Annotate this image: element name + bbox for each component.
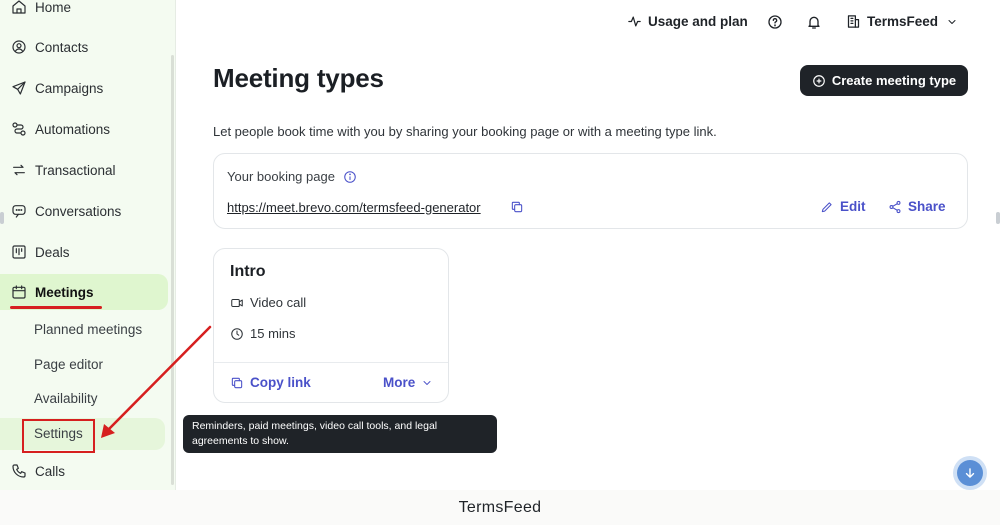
sidebar-item-meetings[interactable]: Meetings [0,274,168,310]
more-menu-button[interactable]: More [383,375,433,390]
account-label: TermsFeed [867,14,939,29]
annotation-underline [10,306,102,309]
copy-icon[interactable] [510,200,524,214]
app-window: Home Contacts Campaigns Automations Tran… [0,0,1000,525]
left-edge-marker [0,212,4,224]
edit-booking-page-button[interactable]: Edit [820,199,866,214]
card-divider [214,362,448,363]
create-button-label: Create meeting type [831,73,957,88]
clock-icon [231,327,243,340]
calendar-icon [10,284,27,301]
tooltip-line-1: Reminders, paid meetings, video call too… [192,420,438,432]
phone-icon [10,463,27,480]
transfer-icon [10,162,27,179]
booking-page-label: Your booking page [227,169,335,184]
usage-and-plan-button[interactable]: Usage and plan [627,14,748,29]
bell-icon[interactable] [806,14,824,32]
sidebar: Home Contacts Campaigns Automations Tran… [0,0,176,490]
chevron-down-icon [423,380,431,385]
meeting-duration-row: 15 mins [230,326,296,341]
account-menu-button[interactable]: TermsFeed [846,14,958,29]
share-icon [889,200,901,213]
create-meeting-type-button[interactable]: Create meeting type [800,65,968,96]
sidebar-scrollbar[interactable] [171,55,174,485]
share-booking-page-button[interactable]: Share [888,199,946,214]
scroll-down-button[interactable] [953,456,987,490]
sidebar-item-label: Deals [35,244,70,260]
sidebar-item-label: Meetings [35,284,94,300]
usage-label: Usage and plan [648,14,748,29]
sidebar-item-label: Automations [35,121,111,137]
booking-page-url-link[interactable]: https://meet.brevo.com/termsfeed-generat… [227,200,481,215]
sidebar-subitem-page-editor[interactable]: Page editor [34,357,103,372]
booking-page-label-row: Your booking page [227,169,357,184]
sidebar-item-transactional[interactable]: Transactional [0,152,168,188]
sidebar-item-conversations[interactable]: Conversations [0,193,168,229]
sidebar-subitem-availability[interactable]: Availability [34,391,98,406]
activity-icon [628,16,641,27]
meeting-duration: 15 mins [250,326,296,341]
send-icon [10,80,27,97]
sidebar-item-label: Campaigns [35,80,104,96]
building-icon [847,15,860,28]
share-label: Share [908,199,946,214]
plus-circle-icon [813,74,825,87]
copy-link-button[interactable]: Copy link [230,375,311,390]
info-icon[interactable] [343,170,357,184]
footer-caption: TermsFeed [0,490,1000,525]
pencil-icon [821,201,832,212]
chat-icon [10,203,27,220]
meeting-type-card[interactable]: Intro Video call 15 mins Copy link More [213,248,449,403]
page-subtitle: Let people book time with you by sharing… [213,124,717,139]
sidebar-item-label: Home [35,0,72,15]
meeting-location-row: Video call [230,295,306,310]
home-icon [10,0,27,16]
copy-icon [231,377,243,388]
arrow-down-icon [957,460,983,486]
more-label: More [383,375,416,390]
board-icon [10,244,27,261]
page-title: Meeting types [213,63,384,93]
tooltip-line-2: agreements to show. [192,435,289,447]
right-edge-marker [996,212,1000,224]
sidebar-item-automations[interactable]: Automations [0,111,168,147]
sidebar-item-campaigns[interactable]: Campaigns [0,70,168,106]
meeting-location: Video call [250,295,307,310]
automations-icon [10,121,27,138]
sidebar-subitem-planned-meetings[interactable]: Planned meetings [34,322,142,337]
sidebar-item-label: Contacts [35,39,89,55]
edit-label: Edit [840,199,866,214]
video-camera-icon [231,298,243,307]
sidebar-item-label: Transactional [35,162,116,178]
contacts-icon [10,39,27,56]
help-icon[interactable] [767,14,785,32]
copy-link-label: Copy link [250,375,311,390]
sidebar-item-label: Calls [35,463,66,479]
sidebar-item-contacts[interactable]: Contacts [0,29,168,65]
settings-tooltip: Reminders, paid meetings, video call too… [183,415,497,453]
sidebar-item-label: Conversations [35,203,122,219]
sidebar-item-deals[interactable]: Deals [0,234,168,270]
chevron-down-icon [948,19,956,24]
booking-page-card: Your booking page https://meet.brevo.com… [213,153,968,229]
annotation-box [22,419,95,453]
sidebar-item-calls[interactable]: Calls [0,453,168,489]
meeting-type-title: Intro [230,263,266,280]
sidebar-item-home[interactable]: Home [0,0,168,25]
